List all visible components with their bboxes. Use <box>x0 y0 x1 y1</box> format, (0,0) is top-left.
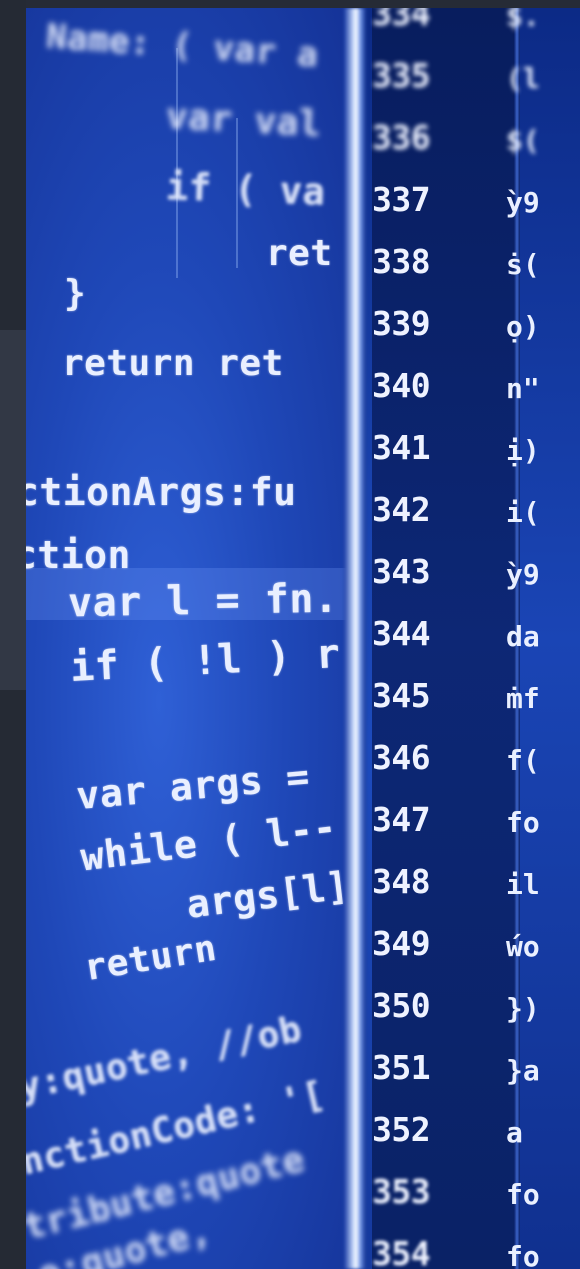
line-number: 352 <box>372 1110 431 1149</box>
line-number: 343 <box>372 552 431 591</box>
right-code-fragment: }) <box>506 992 540 1025</box>
right-code-fragment: da <box>506 620 540 653</box>
code-line: } <box>64 273 87 314</box>
line-number: 353 <box>372 1172 431 1211</box>
right-code-fragment: il <box>506 868 540 901</box>
right-code-fragment: ọ) <box>506 310 540 343</box>
line-number: 349 <box>372 924 431 963</box>
right-code-fragment: ỳ9 <box>506 558 540 591</box>
line-number: 338 <box>372 242 431 281</box>
code-line: ret <box>266 233 333 274</box>
line-number: 346 <box>372 738 431 777</box>
line-number: 354 <box>372 1234 431 1269</box>
code-line: if ( !l ) r <box>68 630 342 692</box>
right-code-fragment: fo <box>506 806 540 839</box>
line-number: 342 <box>372 490 431 529</box>
line-number: 335 <box>372 56 431 95</box>
right-code-fragment: i( <box>506 496 540 529</box>
indent-guide <box>176 48 178 278</box>
right-code-fragment: $( <box>506 124 540 157</box>
line-number: 348 <box>372 862 431 901</box>
code-line: ction <box>26 533 131 577</box>
line-number: 344 <box>372 614 431 653</box>
top-frame-bar <box>0 0 580 8</box>
right-code-fragment: ỳ9 <box>506 186 540 219</box>
left-frame-strip <box>0 0 26 1269</box>
right-code-fragment: a <box>506 1116 523 1149</box>
code-line: Name: ( var a <box>44 16 320 76</box>
right-code-fragment: fo <box>506 1178 540 1211</box>
right-code-fragment: n" <box>506 372 540 405</box>
line-number: 339 <box>372 304 431 343</box>
code-line: var val <box>165 95 323 146</box>
right-code-fragment: ẃo <box>506 930 540 963</box>
code-line: return <box>81 927 220 990</box>
line-number: 336 <box>372 118 431 157</box>
right-code-fragment: ị) <box>506 434 540 467</box>
right-code-fragment: $. <box>506 8 540 33</box>
line-number: 340 <box>372 366 431 405</box>
code-line: if ( va <box>165 165 327 214</box>
left-frame-shadow <box>0 330 26 690</box>
right-code-fragment: }a <box>506 1054 540 1087</box>
code-line: return ret <box>62 343 284 384</box>
code-photo: Name: ( var a var val if ( va ret } retu… <box>26 8 580 1269</box>
right-code-fragment: ṡ( <box>506 248 540 281</box>
window-divider <box>344 8 366 1269</box>
code-line: ctionArgs:fu <box>26 470 297 514</box>
right-code-fragment: f( <box>506 744 540 777</box>
code-line: var l = fn. <box>67 575 339 627</box>
line-number: 334 <box>372 8 431 33</box>
right-code-fragment: ṁf <box>506 682 540 715</box>
line-number: 347 <box>372 800 431 839</box>
right-code-fragment: fo <box>506 1240 540 1269</box>
line-number: 345 <box>372 676 431 715</box>
line-number: 341 <box>372 428 431 467</box>
code-line: args[l] <box>183 863 352 927</box>
line-number: 337 <box>372 180 431 219</box>
right-code-fragment: (l <box>506 62 540 95</box>
code-panel: Name: ( var a var val if ( va ret } retu… <box>26 8 358 1269</box>
line-number: 350 <box>372 986 431 1025</box>
line-number: 351 <box>372 1048 431 1087</box>
